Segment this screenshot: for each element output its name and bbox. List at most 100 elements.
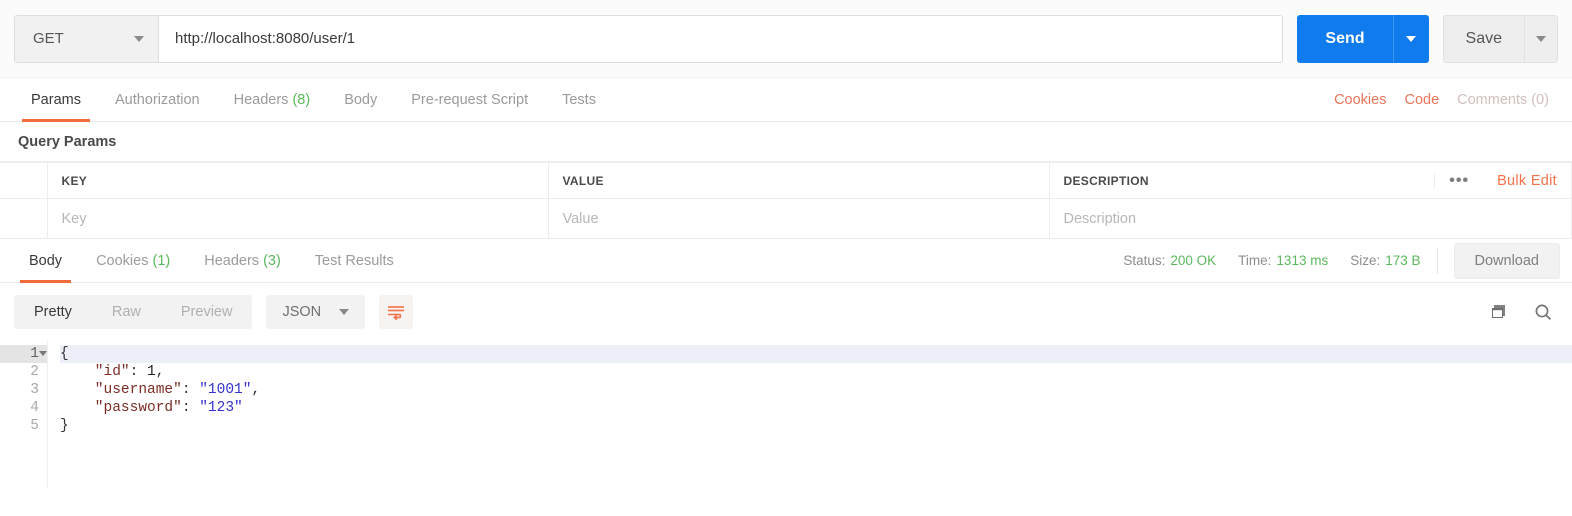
code-token: , — [251, 382, 261, 398]
code-token: } — [60, 418, 69, 434]
cookies-link[interactable]: Cookies — [1325, 92, 1395, 108]
query-params-table: KEY VALUE DESCRIPTION ••• Bulk Edit Key … — [0, 162, 1572, 239]
response-body-toolbar: Pretty Raw Preview JSON — [0, 283, 1572, 341]
tab-label: Pre-request Script — [411, 91, 529, 108]
line-number: 2 — [30, 364, 39, 380]
tab-count-badge: (8) — [292, 91, 311, 108]
download-button[interactable]: Download — [1453, 242, 1560, 279]
response-body-editor[interactable]: 12345 { "id": 1, "username": "1001", "pa… — [0, 341, 1572, 489]
query-params-title: Query Params — [0, 122, 1572, 162]
tab-count-badge: (1) — [152, 252, 171, 269]
code-token: "username" — [60, 382, 182, 398]
search-icon — [1535, 304, 1552, 321]
copy-button[interactable] — [1484, 297, 1514, 327]
save-group: Save — [1442, 14, 1558, 63]
tab-body[interactable]: Body — [327, 78, 394, 122]
url-group: GET — [14, 14, 1284, 63]
tab-params[interactable]: Params — [14, 78, 98, 122]
word-wrap-icon — [388, 306, 405, 320]
size-label: Size: — [1350, 253, 1381, 268]
http-method-label: GET — [33, 30, 64, 47]
chevron-down-icon — [1406, 35, 1417, 42]
tab-label: Tests — [562, 91, 596, 108]
row-checkbox-cell[interactable] — [0, 198, 48, 239]
chevron-down-icon — [339, 309, 350, 315]
search-button[interactable] — [1528, 297, 1558, 327]
response-status-bar: Status: 200 OK Time: 1313 ms Size: 173 B — [1123, 253, 1420, 268]
comments-link[interactable]: Comments (0) — [1448, 92, 1558, 108]
code-token: 1 — [147, 364, 156, 380]
bulk-edit-button[interactable]: Bulk Edit — [1483, 173, 1557, 189]
code-line: "id": 1, — [60, 363, 1572, 381]
param-description-input[interactable]: Description — [1049, 198, 1572, 239]
code-link[interactable]: Code — [1395, 92, 1448, 108]
send-button[interactable]: Send — [1297, 14, 1393, 63]
table-row[interactable]: Key Value Description — [0, 198, 1572, 239]
fold-triangle-icon[interactable] — [39, 351, 47, 356]
send-group: Send — [1297, 14, 1429, 63]
table-header-row: KEY VALUE DESCRIPTION ••• Bulk Edit — [0, 162, 1572, 199]
column-header-description-label: DESCRIPTION — [1063, 173, 1149, 188]
request-tabs: Params Authorization Headers (8) Body Pr… — [0, 78, 1572, 122]
tab-label: Test Results — [314, 252, 394, 269]
tab-headers[interactable]: Headers (8) — [217, 78, 328, 122]
tab-label: Cookies — [96, 252, 149, 269]
column-header-key: KEY — [47, 162, 549, 199]
tab-label: Body — [29, 252, 63, 269]
size-value: 173 B — [1385, 253, 1421, 268]
view-mode-group: Pretty Raw Preview — [14, 295, 253, 329]
divider — [1436, 247, 1438, 274]
tab-count-badge: (3) — [263, 252, 281, 269]
param-key-input[interactable]: Key — [47, 198, 549, 239]
code-token: : — [181, 400, 200, 416]
response-format-select[interactable]: JSON — [266, 295, 366, 329]
more-options-icon[interactable]: ••• — [1434, 172, 1483, 188]
copy-icon — [1492, 305, 1505, 318]
view-mode-raw[interactable]: Raw — [92, 295, 161, 329]
time-value: 1313 ms — [1276, 253, 1329, 268]
response-tab-headers[interactable]: Headers (3) — [187, 239, 298, 283]
line-number: 1 — [0, 345, 47, 363]
view-mode-preview[interactable]: Preview — [161, 295, 253, 329]
tab-label: Body — [344, 91, 378, 108]
code-token: { — [60, 346, 69, 362]
code-token: "id" — [60, 364, 130, 380]
http-method-select[interactable]: GET — [15, 15, 159, 62]
save-button[interactable]: Save — [1442, 14, 1524, 63]
word-wrap-button[interactable] — [379, 295, 414, 329]
line-number: 3 — [30, 382, 39, 398]
status-label: Status: — [1123, 253, 1166, 268]
code-token: "123" — [199, 400, 243, 416]
status-badge: Status: 200 OK — [1123, 253, 1216, 268]
response-tab-body[interactable]: Body — [12, 239, 79, 283]
param-value-input[interactable]: Value — [548, 198, 1050, 239]
size-badge: Size: 173 B — [1350, 253, 1420, 268]
tab-label: Headers — [204, 252, 260, 269]
save-options-button[interactable] — [1524, 14, 1558, 63]
tab-label: Params — [31, 91, 81, 108]
line-number: 4 — [30, 400, 39, 416]
tab-label: Headers — [233, 91, 289, 108]
view-mode-pretty[interactable]: Pretty — [14, 295, 92, 329]
url-input[interactable] — [159, 15, 1283, 62]
tab-tests[interactable]: Tests — [545, 78, 613, 122]
code-token: : — [181, 382, 200, 398]
response-tabs: Body Cookies (1) Headers (3) Test Result… — [0, 239, 1572, 283]
code-line: "username": "1001", — [60, 381, 1572, 399]
response-tab-cookies[interactable]: Cookies (1) — [79, 239, 187, 283]
code-token: "password" — [60, 400, 182, 416]
select-all-cell — [0, 162, 48, 199]
code-line: } — [60, 417, 1572, 435]
request-bar: GET Send Save — [0, 0, 1572, 78]
response-tab-test-results[interactable]: Test Results — [298, 239, 411, 283]
column-header-description: DESCRIPTION ••• Bulk Edit — [1049, 162, 1572, 199]
status-value: 200 OK — [1170, 253, 1217, 268]
chevron-down-icon — [134, 35, 144, 42]
send-options-button[interactable] — [1392, 14, 1429, 63]
tab-authorization[interactable]: Authorization — [98, 78, 217, 122]
tab-label: Authorization — [114, 91, 200, 108]
tab-pre-request-script[interactable]: Pre-request Script — [394, 78, 545, 122]
code-content[interactable]: { "id": 1, "username": "1001", "password… — [48, 341, 1572, 489]
response-format-label: JSON — [282, 304, 322, 320]
code-line: { — [60, 345, 1572, 363]
